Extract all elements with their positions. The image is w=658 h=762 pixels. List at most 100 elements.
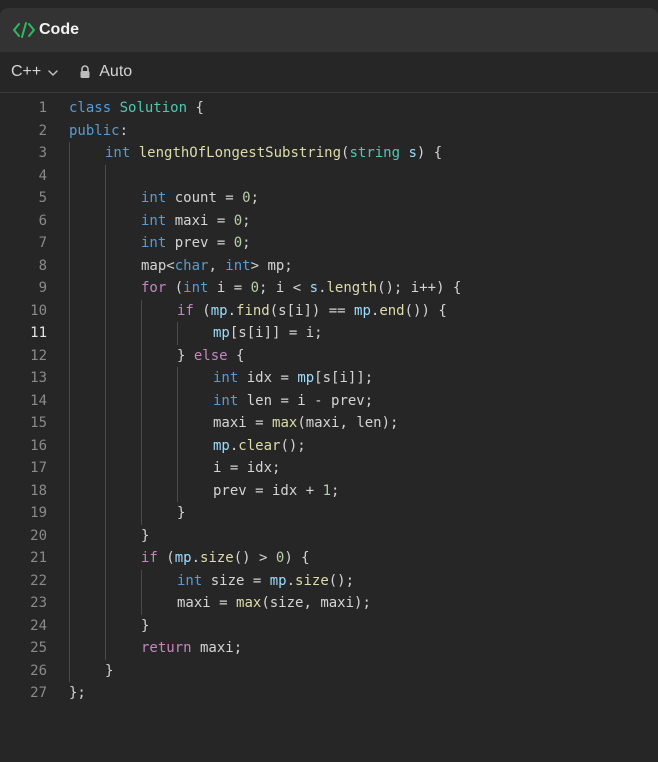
code-token: 0	[242, 190, 251, 206]
code-text: };	[69, 682, 86, 705]
code-token: .	[318, 280, 327, 296]
code-line[interactable]: 26}	[0, 660, 658, 683]
line-number: 19	[30, 505, 47, 521]
code-token: mp	[213, 437, 230, 454]
code-token: size =	[202, 572, 270, 589]
code-token: return	[141, 640, 192, 656]
code-line[interactable]: 7 int prev = 0;	[0, 232, 658, 255]
code-text: return maxi;	[141, 637, 242, 660]
code-line[interactable]: 5 int count = 0;	[0, 187, 658, 210]
auto-mode-toggle[interactable]: Auto	[79, 63, 132, 81]
code-token: max	[272, 415, 298, 431]
code-text: int len = i - prev;	[213, 390, 373, 413]
code-text: int maxi = 0;	[141, 210, 251, 233]
code-token: .	[227, 302, 237, 319]
line-number: 12	[30, 347, 47, 364]
code-token: [s[i]] = i;	[229, 325, 323, 341]
code-token: lengthOfLongestSubstring	[138, 145, 342, 161]
line-number: 22	[30, 572, 47, 589]
code-line[interactable]: 25 return maxi;	[0, 637, 658, 660]
code-token: (	[166, 280, 184, 296]
code-line[interactable]: 24}	[0, 615, 658, 638]
line-number: 25	[30, 640, 47, 656]
code-token: ) {	[284, 550, 310, 566]
language-select[interactable]: C++	[11, 63, 59, 81]
code-token: int	[141, 235, 167, 251]
indent-guide	[177, 367, 178, 502]
code-token: ;	[242, 235, 251, 251]
code-line[interactable]: 17 i = idx;	[0, 457, 658, 480]
code-line[interactable]: 13 int idx = mp[s[i]];	[0, 367, 658, 390]
panel-header: Code	[0, 8, 658, 52]
code-line[interactable]: 16 mp.clear();	[0, 435, 658, 458]
code-line[interactable]: 3 int lengthOfLongestSubstring(string s) …	[0, 142, 658, 165]
code-line[interactable]: 8 map<char, int> mp;	[0, 255, 658, 278]
code-brackets-icon	[12, 20, 36, 40]
code-token: }	[141, 527, 150, 544]
code-line[interactable]: 19}	[0, 502, 658, 525]
line-number: 2	[38, 122, 47, 139]
code-token: mp	[269, 572, 287, 589]
code-text: if (mp.size() > 0) {	[141, 547, 310, 570]
code-token: max	[236, 595, 262, 611]
code-text: prev = idx + 1;	[213, 480, 339, 503]
language-label: C++	[11, 63, 42, 80]
code-line[interactable]: 10 if (mp.find(s[i]) == mp.end()) {	[0, 300, 658, 323]
indent-guide	[69, 142, 70, 682]
code-token: for	[141, 280, 167, 296]
code-token: mp	[297, 370, 315, 386]
code-token: (	[157, 550, 175, 566]
code-text: int size = mp.size();	[177, 570, 354, 593]
code-token: size	[295, 572, 329, 589]
code-token: i = idx;	[213, 460, 281, 476]
code-line[interactable]: 12} else {	[0, 345, 658, 368]
code-line[interactable]: 20}	[0, 525, 658, 548]
code-token: mp	[213, 325, 230, 341]
code-line[interactable]: 1 class Solution {	[0, 97, 658, 120]
code-text: mp.clear();	[213, 435, 306, 458]
code-token: [s[i]];	[314, 370, 374, 386]
code-line[interactable]: 23 maxi = max(size, maxi);	[0, 592, 658, 615]
code-line[interactable]: 2 public:	[0, 120, 658, 143]
code-line[interactable]: 22 int size = mp.size();	[0, 570, 658, 593]
code-token: (maxi, len);	[297, 415, 399, 431]
auto-mode-label: Auto	[99, 63, 133, 80]
line-number: 26	[30, 662, 47, 679]
code-text: mp[s[i]] = i;	[213, 322, 323, 345]
line-number: 8	[38, 257, 47, 274]
code-token: prev =	[166, 235, 234, 251]
code-token: maxi =	[166, 212, 234, 229]
code-line[interactable]: 18 prev = idx + 1;	[0, 480, 658, 503]
line-number: 17	[30, 460, 47, 476]
code-text: }	[141, 525, 149, 548]
code-token: ) {	[416, 145, 443, 161]
code-line[interactable]: 21 if (mp.size() > 0) {	[0, 547, 658, 570]
code-line[interactable]: 6 int maxi = 0;	[0, 210, 658, 233]
code-token: }	[105, 662, 114, 679]
code-text: class Solution {	[69, 97, 204, 120]
code-line[interactable]: 15 maxi = max(maxi, len);	[0, 412, 658, 435]
code-line[interactable]: 4	[0, 165, 658, 188]
code-text: int count = 0;	[141, 187, 259, 210]
code-token: ,	[208, 257, 226, 274]
code-text: public:	[69, 120, 128, 143]
code-line[interactable]: 27};	[0, 682, 658, 705]
code-token: int	[141, 190, 167, 206]
code-token: count =	[166, 190, 243, 206]
code-token: len = i - prev;	[238, 392, 374, 409]
line-number: 10	[30, 302, 47, 319]
code-editor[interactable]: 1 class Solution { 2 public: 3 int lengthOfLo…	[0, 97, 658, 705]
code-token: class	[69, 100, 112, 116]
code-token: s	[408, 145, 417, 161]
code-token: (s[i]) ==	[269, 302, 355, 319]
code-line[interactable]: 9 for (int i = 0; i < s.length(); i++) {	[0, 277, 658, 300]
code-token: ()) {	[404, 302, 447, 319]
lock-icon	[79, 65, 91, 79]
code-line[interactable]: 11 mp[s[i]] = i;	[0, 322, 658, 345]
code-line[interactable]: 14 int len = i - prev;	[0, 390, 658, 413]
code-token: mp	[354, 302, 371, 319]
code-token: (); i++) {	[377, 280, 462, 296]
code-token: maxi =	[177, 595, 237, 611]
code-token: {	[187, 100, 204, 116]
